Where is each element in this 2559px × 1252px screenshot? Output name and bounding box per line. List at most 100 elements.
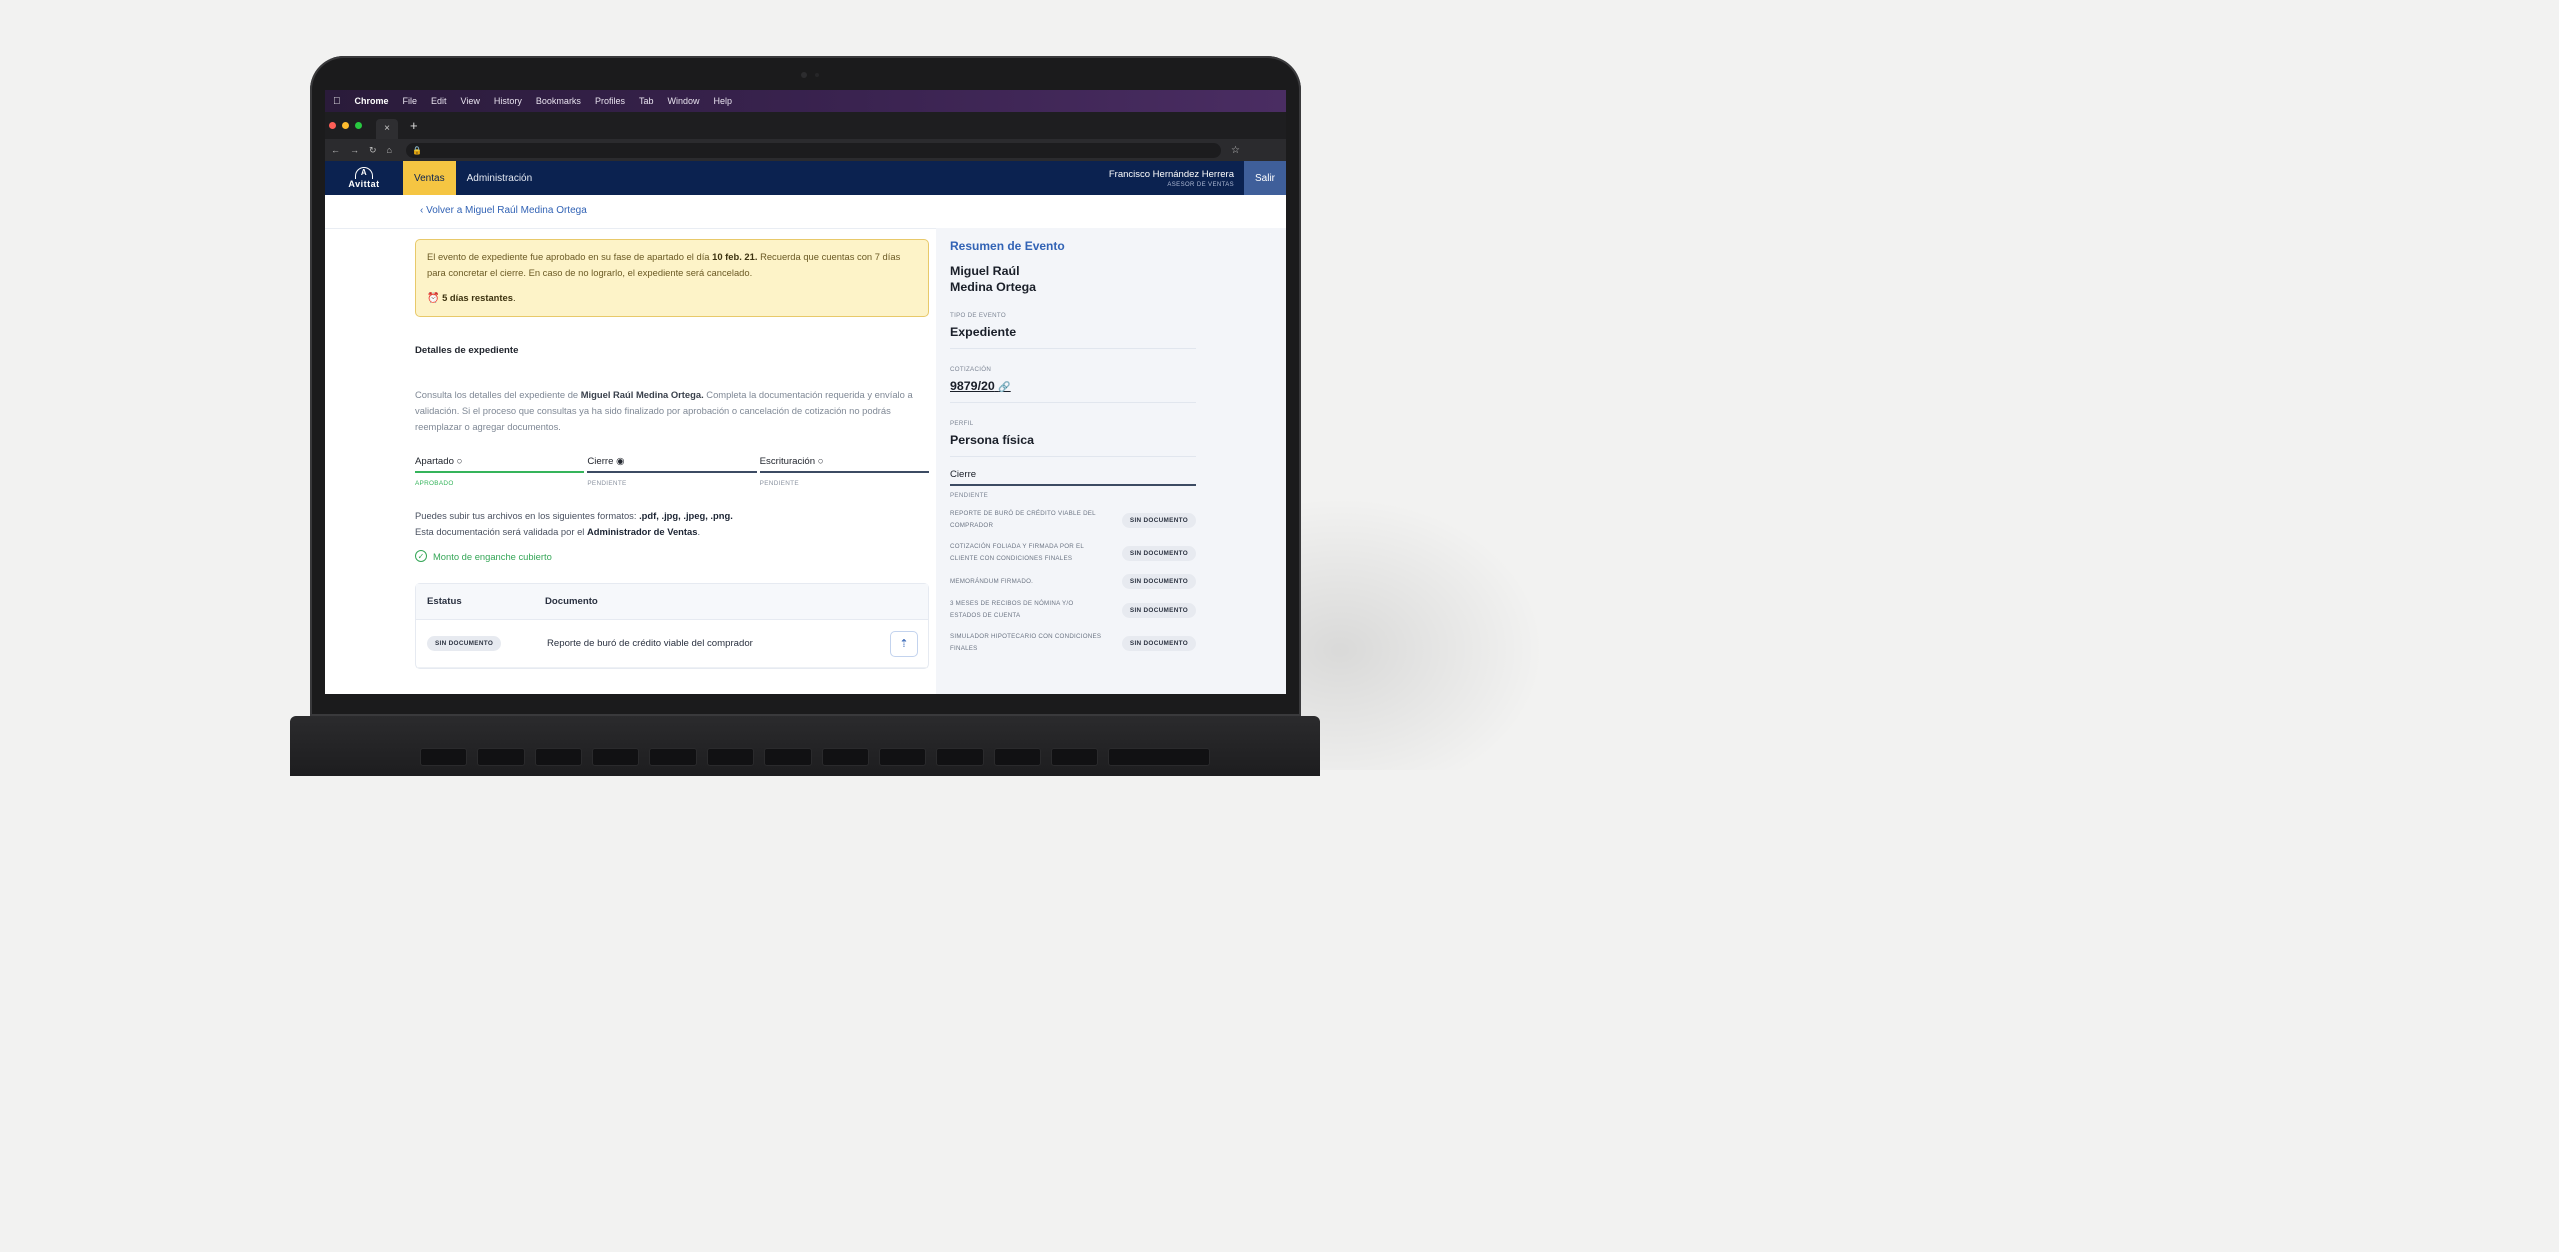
key xyxy=(592,748,640,766)
key xyxy=(936,748,984,766)
document-cell: Reporte de buró de crédito viable del co… xyxy=(547,638,753,649)
alarm-clock-icon: ⏰ xyxy=(427,293,440,304)
column-header-status: Estatus xyxy=(427,596,462,607)
bookmark-star-icon[interactable]: ☆ xyxy=(1231,145,1240,156)
key xyxy=(993,748,1041,766)
status-badge: SIN DOCUMENTO xyxy=(1121,602,1196,618)
logo[interactable]: A Avittat xyxy=(325,161,403,195)
menu-chrome[interactable]: Chrome xyxy=(355,96,389,106)
step-bar xyxy=(759,471,929,473)
requirement-item: SIMULADOR HIPOTECARIO CON CONDICIONES FI… xyxy=(950,631,1196,655)
field-value: Expediente xyxy=(950,325,1017,339)
mac-menubar:  Chrome File Edit View History Bookmark… xyxy=(325,90,1286,112)
check-circle-icon: ✓ xyxy=(415,550,427,562)
cierre-section: Cierre PENDIENTE xyxy=(950,469,1196,499)
main-column: El evento de expediente fue aprobado en … xyxy=(415,239,929,669)
step-status: APROBADO xyxy=(415,480,454,487)
logo-mark: A xyxy=(355,167,373,179)
desc-before: Consulta los detalles del expediente de xyxy=(415,389,581,400)
client-name: Miguel Raúl Medina Ortega xyxy=(950,263,1196,295)
step-status: PENDIENTE xyxy=(587,480,627,487)
key xyxy=(821,748,869,766)
field-label: TIPO DE EVENTO xyxy=(950,312,1007,319)
section-title: Detalles de expediente xyxy=(415,345,519,356)
field-value: Persona física xyxy=(950,433,1035,447)
laptop-screen:  Chrome File Edit View History Bookmark… xyxy=(325,90,1286,694)
menu-bookmarks[interactable]: Bookmarks xyxy=(536,96,581,106)
days-remaining-suffix: . xyxy=(512,292,516,303)
requirement-label: REPORTE DE BURÓ DE CRÉDITO VIABLE DEL CO… xyxy=(950,510,1096,529)
logout-button[interactable]: Salir xyxy=(1244,161,1286,195)
nav-tab-administracion[interactable]: Administración xyxy=(456,161,544,195)
status-badge: SIN DOCUMENTO xyxy=(1121,635,1196,651)
reload-icon[interactable]: ↻ xyxy=(369,145,377,156)
requirement-item: REPORTE DE BURÓ DE CRÉDITO VIABLE DEL CO… xyxy=(950,508,1196,532)
menu-help[interactable]: Help xyxy=(713,96,732,106)
column-header-document: Documento xyxy=(545,596,598,607)
close-window-button[interactable] xyxy=(329,122,336,129)
webcam xyxy=(801,72,807,78)
menu-window[interactable]: Window xyxy=(667,96,699,106)
nav-tab-ventas[interactable]: Ventas xyxy=(403,161,456,195)
new-tab-button[interactable]: + xyxy=(410,118,418,133)
lock-icon: 🔒 xyxy=(411,145,422,155)
step-bar xyxy=(415,471,585,473)
requirement-label: 3 MESES DE RECIBOS DE NÓMINA Y/O ESTADOS… xyxy=(950,600,1074,619)
documents-table: Estatus Documento SIN DOCUMENTO Reporte … xyxy=(415,583,929,669)
table-row: SIN DOCUMENTO Reporte de buró de crédito… xyxy=(416,620,928,668)
step-escrituracion[interactable]: Escrituración ○ PENDIENTE xyxy=(759,456,929,487)
formats-list: .pdf, .jpg, .jpeg, .png. xyxy=(639,510,733,521)
close-icon[interactable]: × xyxy=(384,123,390,134)
step-label: Cierre ◉ xyxy=(587,456,625,467)
requirement-label: MEMORÁNDUM FIRMADO. xyxy=(950,577,1034,585)
laptop-shadow xyxy=(1280,470,1580,770)
field-profile: PERFIL Persona física xyxy=(950,420,1196,457)
upload-document-button[interactable]: ⇡ xyxy=(890,630,918,657)
logo-text: Avittat xyxy=(348,179,380,189)
status-badge: SIN DOCUMENTO xyxy=(427,636,502,651)
maximize-window-button[interactable] xyxy=(355,122,362,129)
summary-title: Resumen de Evento xyxy=(950,239,1065,253)
alert-date: 10 feb. 21. xyxy=(712,251,758,262)
minimize-window-button[interactable] xyxy=(342,122,349,129)
menu-history[interactable]: History xyxy=(494,96,522,106)
cierre-status: PENDIENTE xyxy=(950,492,989,499)
alert-text-before: El evento de expediente fue aprobado en … xyxy=(427,251,713,262)
apple-icon[interactable]:  xyxy=(333,96,341,107)
days-remaining-label: 5 días restantes xyxy=(442,292,513,303)
header-spacer xyxy=(543,161,1109,195)
validation-line: Esta documentación será validada por el … xyxy=(415,524,929,540)
desc-client-name: Miguel Raúl Medina Ortega. xyxy=(580,389,704,400)
field-event-type: TIPO DE EVENTO Expediente xyxy=(950,312,1196,349)
menu-profiles[interactable]: Profiles xyxy=(595,96,625,106)
forward-arrow-icon[interactable]: → xyxy=(350,145,359,155)
step-apartado[interactable]: Apartado ○ APROBADO xyxy=(415,456,585,487)
key xyxy=(1050,748,1099,766)
key xyxy=(420,748,468,766)
status-badge: SIN DOCUMENTO xyxy=(1121,574,1196,589)
field-quote: COTIZACIÓN 9879/20 🔗 xyxy=(950,366,1196,403)
app-header: A Avittat Ventas Administración Francisc… xyxy=(325,161,1286,195)
key xyxy=(649,748,697,766)
step-cierre[interactable]: Cierre ◉ PENDIENTE xyxy=(587,456,757,487)
home-icon[interactable]: ⌂ xyxy=(387,145,392,155)
process-steps: Apartado ○ APROBADO Cierre ◉ PENDIENTE E… xyxy=(415,456,929,487)
browser-tab[interactable]: × xyxy=(376,118,398,139)
alert-text: El evento de expediente fue aprobado en … xyxy=(427,249,917,281)
quote-link[interactable]: 9879/20 🔗 xyxy=(950,379,1196,393)
key xyxy=(706,748,755,766)
menu-edit[interactable]: Edit xyxy=(431,96,447,106)
back-arrow-icon[interactable]: ← xyxy=(331,145,340,155)
requirement-label: SIMULADOR HIPOTECARIO CON CONDICIONES FI… xyxy=(950,633,1102,652)
table-header: Estatus Documento xyxy=(416,584,928,620)
menu-tab[interactable]: Tab xyxy=(639,96,654,106)
cierre-label: Cierre xyxy=(950,469,1196,486)
requirement-label: COTIZACIÓN FOLIADA Y FIRMADA POR EL CLIE… xyxy=(950,543,1084,562)
back-link[interactable]: ‹ Volver a Miguel Raúl Medina Ortega xyxy=(420,205,587,216)
menu-view[interactable]: View xyxy=(461,96,480,106)
url-bar[interactable]: 🔒 xyxy=(405,142,1222,158)
upload-file-icon: ⇡ xyxy=(899,638,909,650)
validation-text: Esta documentación será validada por el xyxy=(415,526,587,537)
menu-file[interactable]: File xyxy=(403,96,418,106)
client-name-line: Miguel Raúl xyxy=(950,264,1020,278)
